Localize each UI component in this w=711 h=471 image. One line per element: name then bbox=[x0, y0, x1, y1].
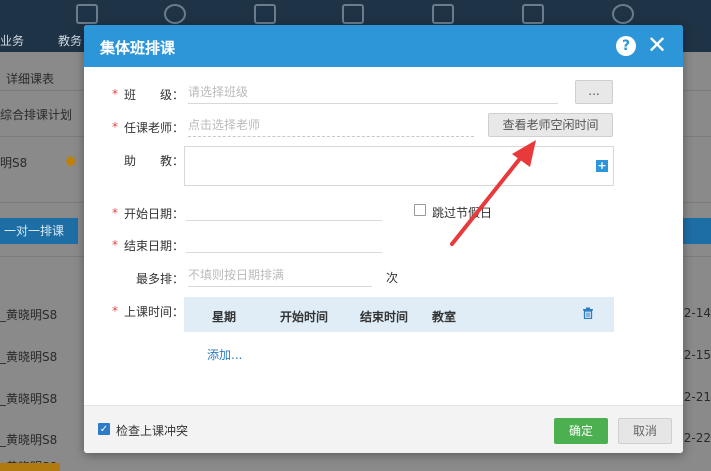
teacher-label: 任课老师： bbox=[124, 121, 185, 135]
nav-tab-business[interactable]: 业务 bbox=[0, 32, 24, 49]
class-picker-button[interactable]: ... bbox=[575, 80, 613, 104]
table-cell-date: 2-22 bbox=[683, 431, 711, 445]
column-start-time: 开始时间 bbox=[280, 310, 329, 324]
plus-icon[interactable]: + bbox=[596, 160, 608, 172]
bottom-button[interactable] bbox=[0, 463, 60, 471]
one-on-one-button[interactable]: 一对一排课 bbox=[0, 218, 78, 244]
required-marker: * bbox=[112, 238, 118, 252]
table-row[interactable]: _黄晓明S8 bbox=[0, 348, 57, 365]
skip-holiday-label: 跳过节假日 bbox=[432, 206, 493, 220]
max-count-input[interactable]: 不填则按日期排满 bbox=[188, 267, 372, 287]
cancel-button[interactable]: 取消 bbox=[618, 418, 672, 444]
table-cell-date: 2-21 bbox=[683, 390, 711, 404]
class-select-input[interactable]: 请选择班级 bbox=[188, 84, 558, 104]
table-row[interactable]: _黄晓明S8 bbox=[0, 390, 57, 407]
max-count-label: 最多排： bbox=[136, 272, 185, 286]
start-date-label: 开始日期： bbox=[124, 207, 185, 221]
class-label: 班 级： bbox=[124, 88, 185, 102]
dialog-footer: ✓ 检查上课冲突 确定 取消 bbox=[84, 405, 683, 453]
skip-holiday-checkbox[interactable] bbox=[414, 204, 426, 216]
class-time-table-header: 星期 开始时间 结束时间 教室 bbox=[184, 297, 614, 332]
gear-icon[interactable] bbox=[612, 4, 634, 24]
monitor-icon[interactable] bbox=[342, 4, 364, 24]
table-row[interactable]: _黄晓明S8 bbox=[0, 306, 57, 323]
end-date-input[interactable] bbox=[186, 233, 382, 253]
dialog-title: 集体班排课 bbox=[100, 39, 176, 57]
max-count-unit: 次 bbox=[386, 271, 399, 285]
nav-tab-academic[interactable]: 教务 bbox=[58, 32, 82, 49]
class-time-label: 上课时间： bbox=[124, 305, 185, 319]
view-teacher-free-time-button[interactable]: 查看老师空闲时间 bbox=[488, 113, 613, 137]
end-date-label: 结束日期： bbox=[124, 239, 185, 253]
chat-icon[interactable] bbox=[432, 4, 454, 24]
group-class-schedule-dialog: 集体班排课 ? ✕ * 班 级： 请选择班级 ... * 任课老师： 点击选择老… bbox=[84, 25, 683, 453]
user-icon[interactable] bbox=[164, 4, 186, 24]
assistant-label: 助 教： bbox=[124, 154, 185, 168]
confirm-button[interactable]: 确定 bbox=[554, 418, 608, 444]
plan-label[interactable]: 综合排课计划 bbox=[0, 106, 72, 123]
table-cell-date: 2-14 bbox=[683, 306, 711, 320]
dialog-header: 集体班排课 ? ✕ bbox=[84, 25, 683, 67]
required-marker: * bbox=[112, 206, 118, 220]
trash-icon[interactable] bbox=[582, 307, 594, 319]
star-icon: ✸ bbox=[64, 152, 78, 171]
help-icon[interactable]: ? bbox=[616, 36, 636, 56]
column-classroom: 教室 bbox=[432, 310, 457, 324]
check-conflict-checkbox[interactable]: ✓ bbox=[98, 423, 110, 435]
required-marker: * bbox=[112, 304, 118, 318]
required-marker: * bbox=[112, 87, 118, 101]
start-date-input[interactable] bbox=[186, 201, 382, 221]
nav-icon[interactable] bbox=[76, 4, 98, 24]
table-cell-date: 2-15 bbox=[683, 348, 711, 362]
right-action-button[interactable] bbox=[683, 218, 711, 244]
student-label: 明S8 bbox=[0, 156, 28, 170]
sub-tab-schedule[interactable]: 详细课表 bbox=[6, 70, 54, 87]
table-row[interactable]: _黄晓明S8 bbox=[0, 431, 57, 448]
teacher-select-input[interactable]: 点击选择老师 bbox=[188, 117, 474, 137]
assistant-input[interactable] bbox=[184, 146, 614, 186]
column-end-time: 结束时间 bbox=[360, 310, 409, 324]
required-marker: * bbox=[112, 120, 118, 134]
column-weekday: 星期 bbox=[212, 310, 237, 324]
chart-icon[interactable] bbox=[522, 4, 544, 24]
add-time-link[interactable]: 添加... bbox=[207, 346, 242, 363]
check-conflict-label: 检查上课冲突 bbox=[116, 424, 189, 438]
edit-icon[interactable] bbox=[254, 4, 276, 24]
close-icon[interactable]: ✕ bbox=[646, 32, 668, 58]
